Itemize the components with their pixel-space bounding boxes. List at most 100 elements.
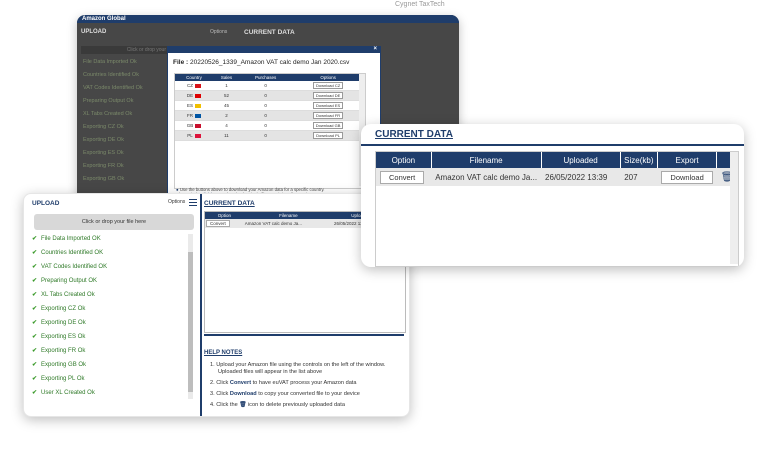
- country-cell: DE: [175, 90, 213, 101]
- sales-cell: 2: [212, 110, 241, 121]
- col-header: Purchases: [240, 74, 292, 81]
- table-row: DE 52 0 Download DE: [175, 90, 365, 101]
- download-country-button[interactable]: Download GB: [312, 122, 344, 129]
- upload-window: UPLOAD Options Click or drop your file h…: [23, 193, 410, 417]
- flag-icon: [194, 103, 201, 108]
- help-line: 1. Upload your Amazon file using the con…: [210, 362, 386, 368]
- purchases-cell: 0: [240, 90, 292, 101]
- status-item: ✔ User XL Created Ok: [32, 390, 95, 396]
- current-data-table: Option Filename Uploaded Size(kb) Export…: [375, 151, 739, 267]
- check-icon: ✔: [32, 264, 38, 270]
- col-header: Filename: [243, 212, 334, 219]
- purchases-cell: 0: [240, 110, 292, 121]
- check-icon: ✔: [32, 250, 38, 256]
- convert-button[interactable]: Convert: [206, 220, 230, 227]
- download-modal: × File : 20220526_1339_Amazon VAT calc d…: [167, 46, 381, 203]
- flag-icon: [194, 133, 201, 138]
- flag-icon: [194, 83, 201, 88]
- help-notes-heading: HELP NOTES: [204, 350, 243, 356]
- size-cell: 207: [620, 168, 658, 186]
- current-data-heading: CURRENT DATA: [204, 200, 255, 207]
- table-row: Convert Amazon VAT calc demo Ja... 26/05…: [376, 168, 738, 186]
- col-header: Size(kb): [620, 152, 658, 168]
- check-icon: ✔: [32, 334, 38, 340]
- download-country-button[interactable]: Download ES: [312, 102, 344, 109]
- options-label[interactable]: Options: [210, 29, 227, 35]
- status-item: Exporting ES Ok: [83, 150, 124, 156]
- sales-cell: 52: [212, 90, 241, 101]
- window-title: Amazon Global: [77, 15, 459, 23]
- status-item: XL Tabs Created Ok: [83, 111, 133, 117]
- status-item: Exporting FR Ok: [83, 163, 124, 169]
- scrollbar[interactable]: [730, 152, 738, 264]
- check-icon: ✔: [32, 320, 38, 326]
- status-item: Exporting GB Ok: [83, 176, 125, 182]
- current-data-zoom: CURRENT DATA Option Filename Uploaded Si…: [361, 124, 744, 267]
- menu-icon[interactable]: [189, 199, 197, 206]
- help-line: Uploaded files will appear in the list a…: [218, 369, 323, 375]
- modal-titlebar: [168, 47, 380, 53]
- country-cell: FR: [175, 110, 213, 121]
- status-item: ✔ Exporting PL Ok: [32, 376, 85, 382]
- check-icon: ✔: [32, 236, 38, 242]
- check-icon: ✔: [32, 348, 38, 354]
- check-icon: ✔: [32, 278, 38, 284]
- close-icon[interactable]: ×: [373, 46, 377, 52]
- status-item: File Data Imported Ok: [83, 59, 137, 65]
- check-icon: ✔: [32, 390, 38, 396]
- col-header: Options: [291, 74, 365, 81]
- convert-button[interactable]: Convert: [380, 170, 425, 184]
- company-name: Cygnet TaxTech: [395, 1, 445, 8]
- status-item: ✔ Preparing Output OK: [32, 278, 98, 284]
- help-line: 2. Click Convert to have euVAT process y…: [210, 380, 357, 386]
- flag-icon: [195, 93, 202, 98]
- table-row: FR 2 0 Download FR: [175, 110, 365, 121]
- status-item: ✔ Exporting GB Ok: [32, 362, 87, 368]
- status-item: ✔ Exporting DE Ok: [32, 320, 86, 326]
- table-row: PL 11 0 Download PL: [175, 130, 365, 141]
- download-button[interactable]: Download: [661, 170, 713, 184]
- country-cell: PL: [175, 130, 213, 141]
- status-item: ✔ Exporting ES Ok: [32, 334, 86, 340]
- status-item: ✔ XL Tabs Created Ok: [32, 292, 95, 298]
- divider: [361, 144, 744, 146]
- sales-cell: 4: [212, 120, 241, 131]
- current-data-heading: CURRENT DATA: [244, 29, 295, 36]
- sales-cell: 45: [212, 100, 241, 111]
- uploaded-cell: 26/05/2022 13:39: [541, 168, 621, 186]
- status-item: Exporting DE Ok: [83, 137, 124, 143]
- flag-icon: [194, 113, 201, 118]
- download-country-button[interactable]: Download FR: [312, 112, 344, 119]
- options-label[interactable]: Options: [168, 199, 185, 205]
- col-header: Option: [376, 152, 432, 168]
- upload-heading: UPLOAD: [81, 29, 107, 35]
- drop-zone[interactable]: Click or drop your file here: [34, 214, 194, 230]
- status-item: ✔ Exporting FR Ok: [32, 348, 86, 354]
- col-header: Filename: [431, 152, 542, 168]
- help-line: 3. Click Download to copy your converted…: [210, 391, 360, 397]
- status-item: Exporting CZ Ok: [83, 124, 124, 130]
- upload-heading: UPLOAD: [32, 200, 60, 207]
- status-item: Countries Identified Ok: [83, 72, 139, 78]
- status-item: VAT Codes Identified Ok: [83, 85, 143, 91]
- purchases-cell: 0: [240, 120, 292, 131]
- filename-cell: Amazon VAT calc demo Ja...: [431, 168, 542, 186]
- divider: [204, 334, 404, 336]
- scrollbar[interactable]: [188, 234, 193, 399]
- download-country-button[interactable]: Download DE: [312, 92, 344, 99]
- status-item: ✔ Countries Identified OK: [32, 250, 104, 256]
- download-country-button[interactable]: Download CZ: [312, 82, 344, 89]
- table-row: ES 45 0 Download ES: [175, 100, 365, 111]
- purchases-cell: 0: [240, 100, 292, 111]
- sales-cell: 11: [212, 130, 241, 141]
- help-line: 4. Click the 🗑 icon to delete previously…: [210, 402, 345, 408]
- scroll-thumb[interactable]: [188, 252, 193, 392]
- check-icon: ✔: [32, 306, 38, 312]
- col-header: Export: [657, 152, 718, 168]
- check-icon: ✔: [32, 362, 38, 368]
- download-country-button[interactable]: Download PL: [313, 132, 343, 139]
- divider: [200, 194, 202, 416]
- current-data-heading: CURRENT DATA: [375, 129, 453, 140]
- table-row: GB 4 0 Download GB: [175, 120, 365, 131]
- table-row: CZ 1 0 Download CZ: [175, 81, 365, 91]
